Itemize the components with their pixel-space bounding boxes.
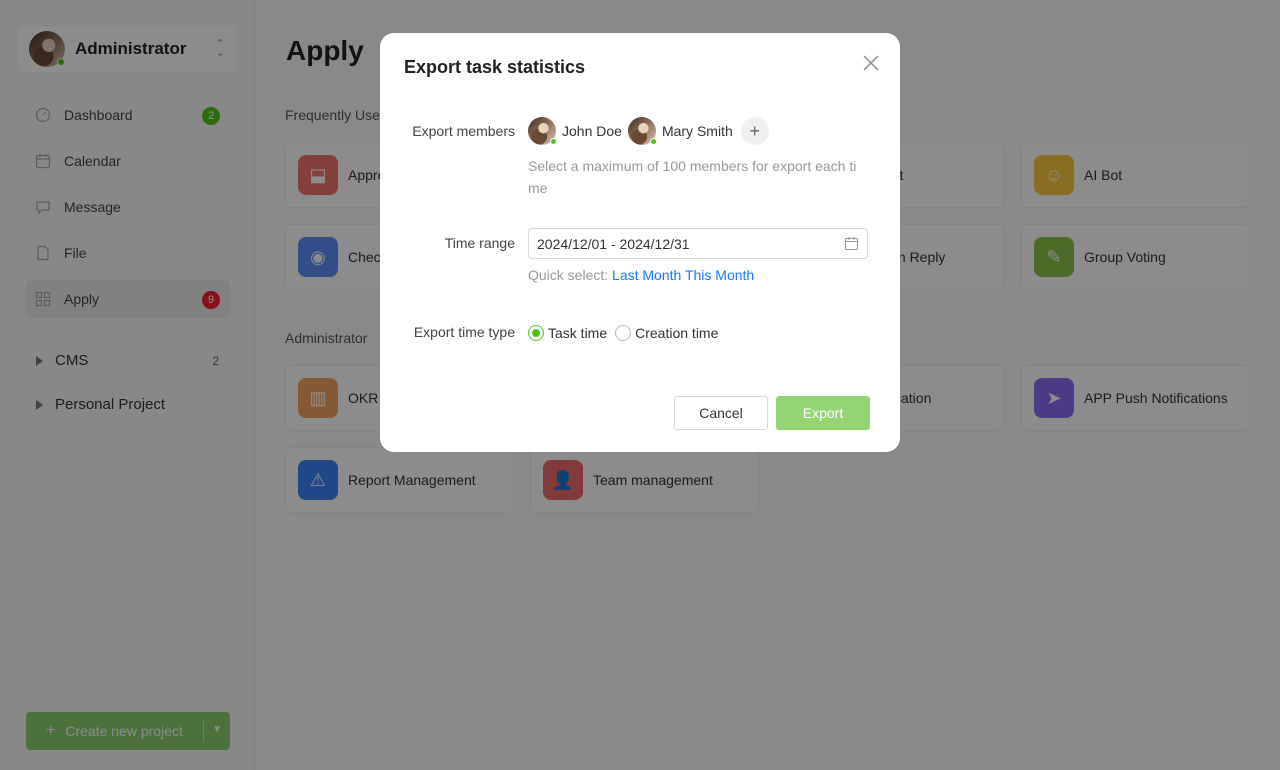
plus-icon: + bbox=[749, 120, 760, 141]
member-avatar bbox=[528, 117, 557, 145]
radio-checked-icon[interactable] bbox=[528, 325, 544, 341]
radio-label: Creation time bbox=[635, 325, 719, 341]
radio-label: Task time bbox=[548, 325, 608, 341]
online-status-dot bbox=[550, 138, 557, 145]
add-member-button[interactable]: + bbox=[740, 117, 769, 145]
dialog-title: Export task statistics bbox=[404, 57, 586, 77]
this-month-link[interactable]: This Month bbox=[685, 267, 754, 283]
export-members-label: Export members bbox=[412, 123, 515, 139]
export-time-type-label: Export time type bbox=[413, 324, 515, 340]
cancel-button[interactable]: Cancel bbox=[674, 396, 768, 430]
radio-creation-time[interactable]: Creation time bbox=[615, 325, 718, 341]
online-status-dot bbox=[649, 138, 657, 145]
date-range-picker[interactable]: 2024/12/01 - 2024/12/31 bbox=[528, 228, 868, 259]
radio-unchecked-icon[interactable] bbox=[615, 325, 632, 341]
quick-select-label: Quick select: bbox=[528, 267, 609, 283]
export-task-statistics-dialog: Export task statistics Export members Jo… bbox=[380, 33, 900, 452]
quick-select: Quick select: Last Month This Month bbox=[528, 267, 754, 283]
time-range-label: Time range bbox=[444, 235, 515, 251]
members-hint: Select a maximum of 100 members for expo… bbox=[528, 158, 857, 196]
export-button[interactable]: Export bbox=[776, 396, 870, 430]
calendar-icon[interactable] bbox=[845, 237, 858, 250]
member-avatar bbox=[627, 117, 657, 145]
member-name: John Doe bbox=[562, 123, 622, 139]
member-chip[interactable]: Mary Smith bbox=[627, 117, 733, 145]
time-type-radio-group: Task time Creation time bbox=[528, 325, 726, 341]
member-chip[interactable]: John Doe bbox=[528, 117, 622, 145]
close-icon[interactable] bbox=[862, 54, 880, 72]
last-month-link[interactable]: Last Month bbox=[612, 267, 681, 283]
member-name: Mary Smith bbox=[661, 123, 733, 139]
date-range-value: 2024/12/01 - 2024/12/31 bbox=[537, 235, 690, 252]
member-list: John Doe Mary Smith + bbox=[528, 117, 769, 145]
radio-task-time[interactable]: Task time bbox=[528, 325, 607, 341]
